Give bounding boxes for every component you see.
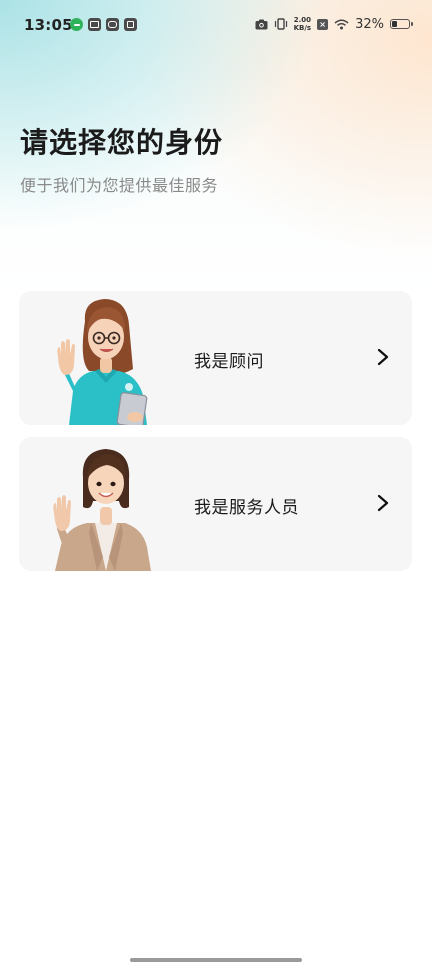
role-label-consultant: 我是顾问 [194, 352, 264, 372]
notification-icons [70, 18, 137, 31]
network-speed-unit: KB/s [293, 24, 312, 32]
battery-icon [390, 19, 413, 29]
calendar-app-icon [88, 18, 101, 31]
role-card-service-staff[interactable]: 我是服务人员 [19, 437, 412, 571]
vibrate-icon [274, 18, 287, 30]
status-time: 13:05 [24, 16, 73, 34]
role-label-service-staff: 我是服务人员 [194, 498, 299, 518]
consultant-avatar [57, 299, 148, 425]
chevron-right-icon [377, 494, 389, 512]
page-subtitle: 便于我们为您提供最佳服务 [20, 176, 219, 195]
no-sim-icon: × [317, 18, 329, 30]
network-speed-value: 2.00 [293, 16, 311, 24]
system-status-icons: 2.00 KB/s × 32% [255, 16, 413, 32]
battery-percent: 32% [355, 16, 384, 32]
status-bar: 13:05 2.00 KB/s × 32% [0, 0, 432, 50]
chevron-right-icon [377, 348, 389, 366]
store-app-icon [124, 18, 137, 31]
network-speed: 2.00 KB/s [294, 16, 311, 32]
service-staff-avatar [53, 449, 151, 571]
camera-icon [255, 19, 268, 29]
home-indicator[interactable] [130, 958, 302, 962]
role-card-consultant[interactable]: 我是顾问 [19, 291, 412, 425]
chat-app-icon [70, 18, 83, 31]
link-app-icon [106, 18, 119, 31]
wifi-icon [334, 19, 349, 29]
page-title: 请选择您的身份 [20, 126, 224, 159]
